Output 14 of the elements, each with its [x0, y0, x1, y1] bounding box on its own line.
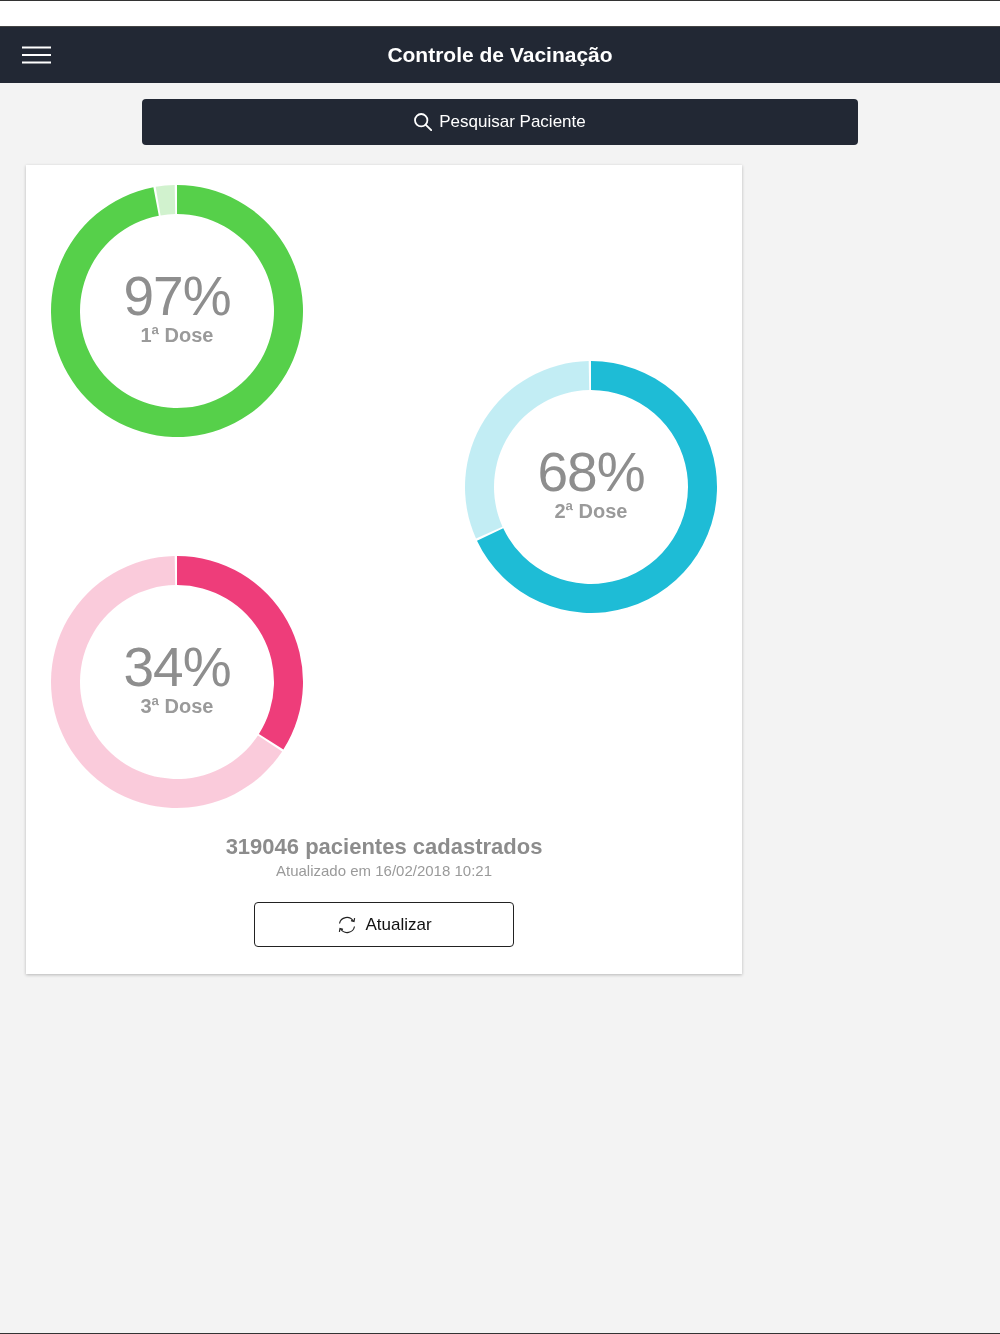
dose-percentage: 68%: [537, 443, 645, 500]
dose-label: 1ª Dose: [140, 322, 214, 347]
refresh-button[interactable]: Atualizar: [254, 902, 514, 947]
dose-percentage: 34%: [123, 638, 231, 695]
donut-slice-remaining: [155, 185, 176, 216]
patients-count: 319046 pacientes cadastrados: [225, 834, 543, 860]
dose-label: 2ª Dose: [554, 498, 628, 523]
search-button[interactable]: Pesquisar Paciente: [142, 99, 858, 145]
app-title: Controle de Vacinação: [387, 42, 613, 69]
dose-label: 3ª Dose: [140, 693, 214, 718]
search-icon: [414, 113, 433, 131]
updated-timestamp: Atualizado em 16/02/2018 10:21: [276, 861, 492, 881]
menu-icon[interactable]: [22, 46, 51, 64]
dose-percentage: 97%: [123, 267, 231, 324]
